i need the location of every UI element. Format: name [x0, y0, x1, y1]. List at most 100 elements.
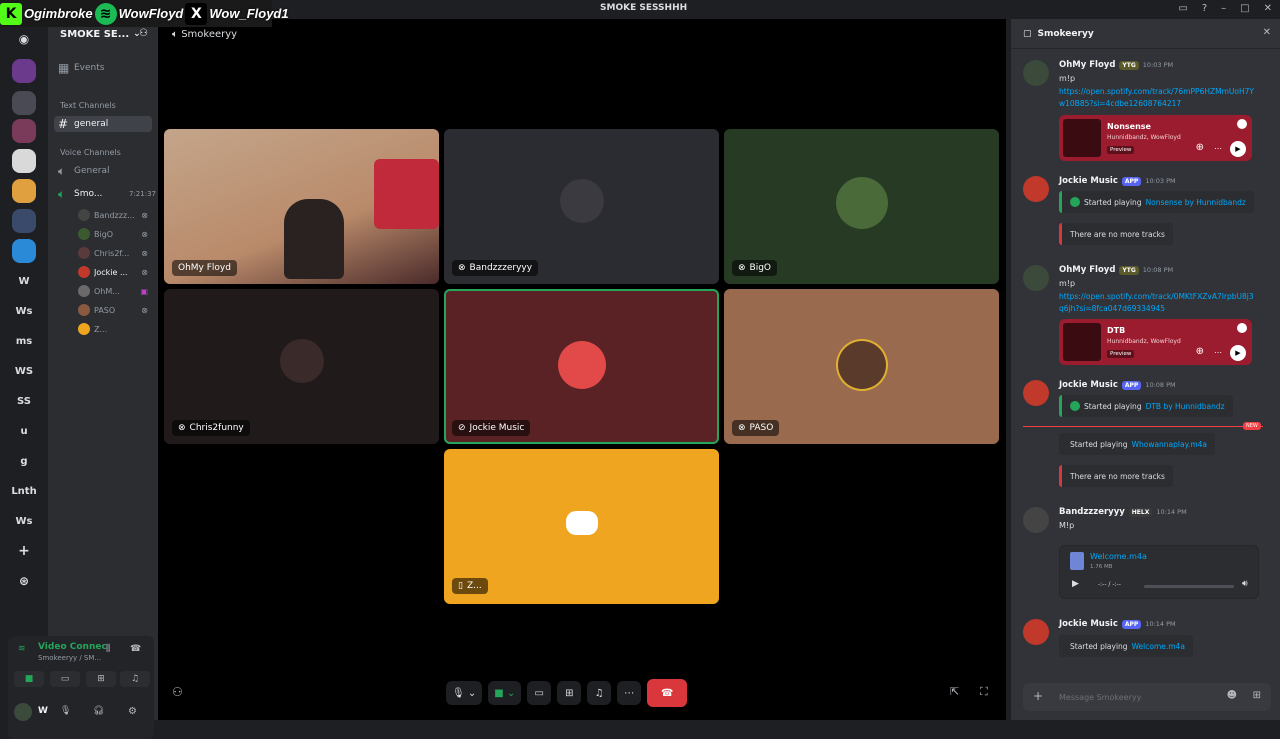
add-user-icon[interactable]: ⚇: [172, 685, 183, 699]
more-icon[interactable]: ⋯: [1214, 144, 1222, 153]
voice-connection-status[interactable]: Video Connec: [38, 642, 107, 652]
message-input[interactable]: [1059, 689, 1219, 705]
add-icon[interactable]: ⊕: [1196, 346, 1204, 357]
voice-user[interactable]: Z...: [78, 322, 148, 336]
server-icon[interactable]: Lnth: [11, 479, 36, 503]
soundboard-button[interactable]: ♫: [587, 681, 612, 705]
author-name[interactable]: OhMy Floyd: [1059, 60, 1115, 70]
text-channels-category[interactable]: Text Channels: [60, 101, 116, 110]
server-icon[interactable]: ms: [12, 329, 36, 353]
maximize-icon[interactable]: □: [1240, 3, 1249, 14]
channel-general-voice[interactable]: 🔈︎ General: [58, 163, 109, 179]
server-icon[interactable]: Ws: [12, 509, 36, 533]
close-icon[interactable]: ✕: [1263, 27, 1271, 38]
speaker-icon: 🔈︎: [172, 29, 178, 40]
channel-active-voice[interactable]: 🔈︎ Smo... 7:21:37: [58, 186, 156, 202]
server-icon[interactable]: W: [12, 269, 36, 293]
server-icon[interactable]: SS: [12, 389, 36, 413]
screen-share-button[interactable]: ▭: [527, 681, 552, 705]
add-person-icon[interactable]: ⚇: [139, 28, 148, 39]
discord-home-icon[interactable]: ◉: [12, 27, 36, 51]
gear-icon[interactable]: ⚙: [128, 706, 137, 717]
channel-general-text[interactable]: # general: [54, 116, 152, 132]
minimize-icon[interactable]: –: [1221, 3, 1226, 14]
author-name[interactable]: Bandzzzeryyy: [1059, 507, 1125, 517]
server-icon[interactable]: [12, 119, 36, 143]
apps-icon[interactable]: ⊞: [1253, 690, 1261, 701]
track-title[interactable]: DTB: [1107, 326, 1125, 335]
inbox-icon[interactable]: ▭: [1178, 3, 1187, 14]
add-server-icon[interactable]: +: [12, 539, 36, 563]
popout-icon[interactable]: ⇱: [950, 685, 959, 698]
server-icon[interactable]: u: [12, 419, 36, 443]
server-icon[interactable]: g: [12, 449, 36, 473]
message-header: Bandzzzeryyy HELX 10:14 PM: [1059, 507, 1187, 517]
message-link[interactable]: https://open.spotify.com/track/0MKtFXZvA…: [1059, 291, 1255, 315]
voice-user[interactable]: Jockie ... ⊗: [78, 265, 148, 279]
video-tile[interactable]: OhMy Floyd: [164, 129, 439, 284]
video-tile[interactable]: ⊗ PASO: [724, 289, 999, 444]
microphone-button[interactable]: 🎙︎ ⌄: [446, 681, 483, 705]
avatar[interactable]: [14, 703, 32, 721]
video-tile[interactable]: ⊗ Chris2funny: [164, 289, 439, 444]
message-link[interactable]: https://open.spotify.com/track/76mPP6HZM…: [1059, 86, 1255, 110]
file-name[interactable]: Welcome.m4a: [1090, 552, 1147, 561]
avatar[interactable]: [1023, 507, 1049, 533]
author-name[interactable]: Jockie Music: [1059, 176, 1118, 186]
author-name[interactable]: Jockie Music: [1059, 619, 1118, 629]
video-tile[interactable]: ⊗ Bandzzzeryyy: [444, 129, 719, 284]
emoji-icon[interactable]: ☻: [1227, 690, 1237, 701]
voice-user[interactable]: Chris2f... ⊗: [78, 246, 148, 260]
avatar[interactable]: [1023, 380, 1049, 406]
server-icon[interactable]: [12, 59, 36, 83]
help-icon[interactable]: ?: [1202, 3, 1207, 14]
close-window-icon[interactable]: ✕: [1264, 3, 1272, 14]
play-icon[interactable]: ▶: [1072, 579, 1079, 589]
headphones-icon[interactable]: 🎧︎: [93, 706, 104, 716]
server-icon[interactable]: [12, 209, 36, 233]
server-icon[interactable]: [12, 91, 36, 115]
disconnect-icon[interactable]: ☎: [130, 644, 141, 654]
camera-button[interactable]: ■: [14, 671, 44, 687]
video-tile[interactable]: ▯ Z...: [444, 449, 719, 604]
server-icon[interactable]: Ws: [12, 299, 36, 323]
activities-button[interactable]: ⊞: [86, 671, 116, 687]
more-options-button[interactable]: ⋯: [617, 681, 642, 705]
avatar[interactable]: [1023, 265, 1049, 291]
voice-channels-category[interactable]: Voice Channels: [60, 148, 121, 157]
audio-progress-bar[interactable]: [1144, 585, 1234, 588]
server-icon[interactable]: WS: [12, 359, 36, 383]
role-tag: YTG: [1119, 265, 1139, 275]
voice-user[interactable]: PASO ⊗: [78, 303, 148, 317]
author-name[interactable]: OhMy Floyd: [1059, 265, 1115, 275]
avatar[interactable]: [1023, 176, 1049, 202]
camera-button[interactable]: ■ ⌄: [488, 681, 522, 705]
voice-user[interactable]: BigO ⊗: [78, 227, 148, 241]
avatar[interactable]: [1023, 619, 1049, 645]
voice-user[interactable]: Bandzzz... ⊗: [78, 208, 148, 222]
author-name[interactable]: Jockie Music: [1059, 380, 1118, 390]
leave-call-button[interactable]: ☎: [647, 679, 688, 707]
volume-icon[interactable]: 🔊︎: [1242, 579, 1248, 589]
video-tile[interactable]: ⊘ Jockie Music: [444, 289, 719, 444]
server-icon[interactable]: [12, 239, 36, 263]
events-item[interactable]: ▦ Events: [58, 60, 104, 76]
screen-share-button[interactable]: ▭: [50, 671, 80, 687]
server-icon[interactable]: [12, 149, 36, 173]
noise-suppression-icon[interactable]: ⫼: [106, 644, 110, 654]
track-title[interactable]: Nonsense: [1107, 122, 1151, 131]
avatar[interactable]: [1023, 60, 1049, 86]
explore-icon[interactable]: ⊛: [12, 569, 36, 593]
microphone-icon[interactable]: 🎙︎: [60, 706, 71, 716]
server-icon[interactable]: [12, 179, 36, 203]
play-icon[interactable]: ▶: [1230, 141, 1246, 157]
fullscreen-icon[interactable]: ⛶: [980, 685, 988, 699]
activities-button[interactable]: ⊞: [557, 681, 582, 705]
more-icon[interactable]: ⋯: [1214, 348, 1222, 357]
voice-user[interactable]: OhM... ▣: [78, 284, 148, 298]
video-tile[interactable]: ⊗ BigO: [724, 129, 999, 284]
add-icon[interactable]: ⊕: [1196, 142, 1204, 153]
attach-icon[interactable]: +: [1033, 689, 1043, 703]
play-icon[interactable]: ▶: [1230, 345, 1246, 361]
soundboard-button[interactable]: ♫: [120, 671, 150, 687]
